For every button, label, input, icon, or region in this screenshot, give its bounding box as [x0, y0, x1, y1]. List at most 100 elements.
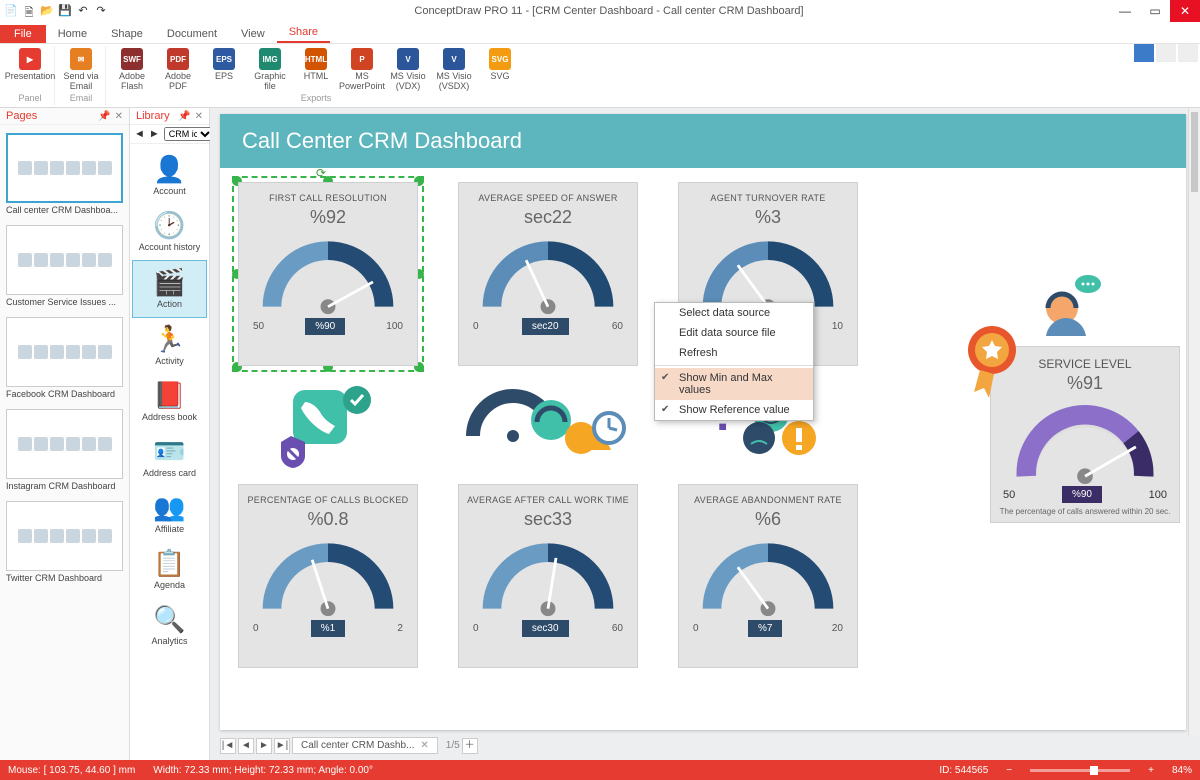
tab-share[interactable]: Share: [277, 23, 330, 43]
gauge-card[interactable]: AVERAGE SPEED OF ANSWER sec22 0sec2060: [458, 182, 638, 366]
save-icon[interactable]: 💾: [58, 4, 72, 18]
window-title: ConceptDraw PRO 11 - [CRM Center Dashboa…: [108, 5, 1110, 17]
presentation-button[interactable]: ▶ Presentation: [10, 48, 50, 82]
service-value: %91: [1067, 373, 1103, 394]
illus-agent-speed: [458, 380, 638, 470]
export-adobe-pdf[interactable]: PDFAdobe PDF: [158, 48, 198, 92]
open-icon[interactable]: 📂: [40, 4, 54, 18]
add-page-button[interactable]: ＋: [462, 738, 478, 754]
refresh-icon: ⟳: [316, 166, 326, 180]
close-panel-icon[interactable]: ✕: [115, 111, 123, 122]
zoom-out-icon[interactable]: −: [1006, 765, 1012, 776]
new-icon[interactable]: 🗎: [22, 4, 36, 18]
pin-icon[interactable]: 📌: [98, 111, 110, 122]
undo-icon[interactable]: ↶: [76, 4, 90, 18]
close-button[interactable]: ✕: [1170, 0, 1200, 22]
export-ms-visio-vdx-[interactable]: VMS Visio (VDX): [388, 48, 428, 92]
export-adobe-flash[interactable]: SWFAdobe Flash: [112, 48, 152, 92]
minimize-button[interactable]: —: [1110, 0, 1140, 22]
export-ms-powerpoint[interactable]: PMS PowerPoint: [342, 48, 382, 92]
dock-button-1[interactable]: [1134, 44, 1154, 62]
library-picker[interactable]: CRM ic...: [164, 127, 214, 141]
page-thumb[interactable]: Instagram CRM Dashboard: [6, 409, 123, 491]
export-html[interactable]: HTMLHTML: [296, 48, 336, 92]
ribbon-group-panel: ▶ Presentation Panel: [6, 46, 55, 105]
gauge-card[interactable]: PERCENTAGE OF CALLS BLOCKED %0.8 0%12: [238, 484, 418, 668]
page-surface[interactable]: Call Center CRM Dashboard ⟳ FIRST CALL R…: [220, 114, 1186, 730]
page-thumb[interactable]: Call center CRM Dashboa...: [6, 133, 123, 215]
gauge-card[interactable]: AVERAGE ABANDONMENT RATE %6 0%720: [678, 484, 858, 668]
library-item[interactable]: 🏃Activity: [132, 318, 207, 374]
tab-shape[interactable]: Shape: [99, 25, 155, 43]
send-email-button[interactable]: ✉ Send via Email: [61, 48, 101, 92]
dashboard-body: ⟳ FIRST CALL RESOLUTION %92 50%90100 AVE…: [220, 168, 1186, 728]
award-badge-icon: [958, 322, 1028, 412]
page-thumb[interactable]: Facebook CRM Dashboard: [6, 317, 123, 399]
page-thumb[interactable]: Twitter CRM Dashboard: [6, 501, 123, 583]
redo-icon[interactable]: ↷: [94, 4, 108, 18]
library-item[interactable]: 🎬Action: [132, 260, 207, 318]
close-panel-icon[interactable]: ✕: [195, 111, 203, 122]
status-mouse: Mouse: [ 103.75, 44.60 ] mm: [8, 765, 135, 776]
tab-view[interactable]: View: [229, 25, 277, 43]
library-item[interactable]: 👥Affiliate: [132, 486, 207, 542]
menu-item[interactable]: Edit data source file: [655, 323, 813, 343]
export-graphic-file[interactable]: IMGGraphic file: [250, 48, 290, 92]
page-thumb[interactable]: Customer Service Issues ...: [6, 225, 123, 307]
zoom-in-icon[interactable]: +: [1148, 765, 1154, 776]
pin-icon[interactable]: 📌: [178, 111, 190, 122]
tabnav-next[interactable]: ►: [256, 738, 272, 754]
menu-item[interactable]: Refresh: [655, 343, 813, 363]
export-svg[interactable]: SVGSVG: [480, 48, 520, 92]
statusbar: Mouse: [ 103.75, 44.60 ] mm Width: 72.33…: [0, 760, 1200, 780]
tabnav-first[interactable]: |◄: [220, 738, 236, 754]
gauge-card[interactable]: FIRST CALL RESOLUTION %92 50%90100: [238, 182, 418, 366]
library-item[interactable]: 📕Address book: [132, 374, 207, 430]
agent-chat-icon: [1034, 274, 1104, 344]
ribbon-group-email: ✉ Send via Email Email: [57, 46, 106, 105]
service-desc: The percentage of calls answered within …: [1000, 507, 1171, 516]
canvas[interactable]: Call Center CRM Dashboard ⟳ FIRST CALL R…: [210, 108, 1200, 760]
service-reference-badge: %90: [1062, 486, 1102, 503]
right-dock: [1134, 44, 1198, 62]
menu-item[interactable]: ✔Show Reference value: [655, 400, 813, 420]
tabnav-last[interactable]: ►|: [274, 738, 290, 754]
nav-fwd-icon[interactable]: ►: [149, 128, 160, 140]
library-panel: Library 📌 ✕ ◄ ► CRM ic... ▾ 👤Account🕑Acc…: [130, 108, 210, 760]
pages-title: Pages: [6, 110, 37, 122]
gauge-card[interactable]: AVERAGE AFTER CALL WORK TIME sec33 0sec3…: [458, 484, 638, 668]
library-item[interactable]: 👤Account: [132, 148, 207, 204]
document-tabs: |◄ ◄ ► ►| Call center CRM Dashb... ✕ 1/5…: [220, 737, 478, 754]
close-tab-icon[interactable]: ✕: [420, 740, 428, 751]
menu-item[interactable]: Select data source: [655, 303, 813, 323]
titlebar: 📄 🗎 📂 💾 ↶ ↷ ConceptDraw PRO 11 - [CRM Ce…: [0, 0, 1200, 22]
tab-count: 1/5: [446, 740, 460, 751]
vertical-scrollbar[interactable]: [1188, 108, 1200, 736]
service-level-card: SERVICE LEVEL %91 50 %90 100: [990, 346, 1180, 523]
tab-home[interactable]: Home: [46, 25, 99, 43]
doc-tab-active[interactable]: Call center CRM Dashb... ✕: [292, 737, 438, 754]
quick-access-toolbar: 📄 🗎 📂 💾 ↶ ↷: [4, 4, 108, 18]
menu-item[interactable]: ✔Show Min and Max values: [655, 368, 813, 400]
library-item[interactable]: 🕑Account history: [132, 204, 207, 260]
main-area: Pages 📌 ✕ Call center CRM Dashboa... Cust…: [0, 108, 1200, 760]
export-eps[interactable]: EPSEPS: [204, 48, 244, 92]
library-item[interactable]: 🔍Analytics: [132, 598, 207, 654]
library-item[interactable]: 🪪Address card: [132, 430, 207, 486]
pages-list[interactable]: Call center CRM Dashboa... Customer Servi…: [0, 125, 129, 760]
tabnav-prev[interactable]: ◄: [238, 738, 254, 754]
tab-document[interactable]: Document: [155, 25, 229, 43]
app-icon: 📄: [4, 4, 18, 18]
export-ms-visio-vsdx-[interactable]: VMS Visio (VSDX): [434, 48, 474, 92]
zoom-slider[interactable]: [1030, 769, 1130, 772]
maximize-button[interactable]: ▭: [1140, 0, 1170, 22]
pages-panel: Pages 📌 ✕ Call center CRM Dashboa... Cust…: [0, 108, 130, 760]
dock-button-3[interactable]: [1178, 44, 1198, 62]
library-item[interactable]: 📋Agenda: [132, 542, 207, 598]
context-menu[interactable]: Select data sourceEdit data source fileR…: [654, 302, 814, 421]
library-list[interactable]: 👤Account🕑Account history🎬Action🏃Activity…: [130, 144, 209, 760]
nav-back-icon[interactable]: ◄: [134, 128, 145, 140]
dock-button-2[interactable]: [1156, 44, 1176, 62]
file-tab[interactable]: File: [0, 25, 46, 43]
ribbon-tabs: File Home Shape Document View Share: [0, 22, 1200, 44]
